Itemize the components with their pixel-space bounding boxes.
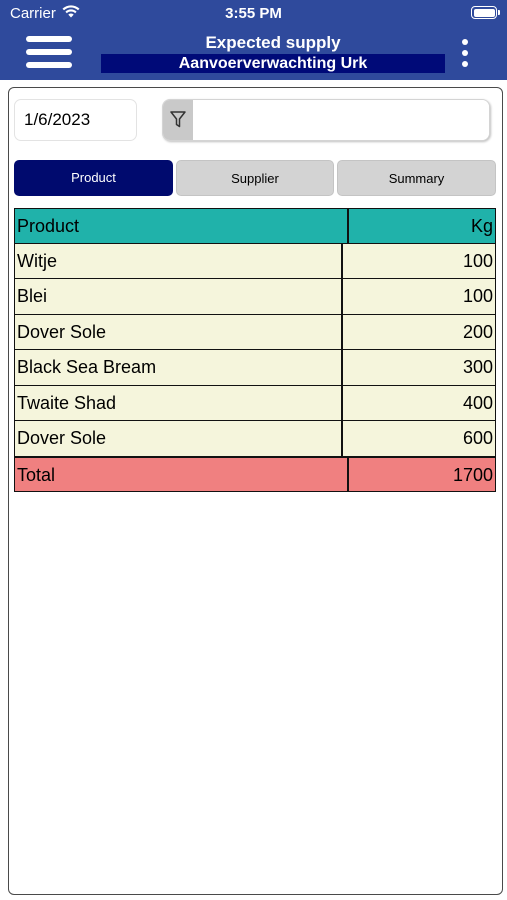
tab-bar: Product Supplier Summary [14,160,496,196]
hamburger-menu-icon[interactable] [26,36,72,70]
kg-cell: 100 [462,286,493,306]
page-title: Expected supply [205,33,341,52]
product-cell: Witje [15,243,343,278]
product-cell: Blei [15,279,343,314]
product-cell: Dover Sole [15,314,343,349]
table-row[interactable]: Dover Sole 600 [14,421,496,457]
kg-cell: 200 [462,321,493,342]
column-header-product[interactable]: Product [15,209,349,243]
table-row[interactable]: Black Sea Bream 300 [14,350,496,386]
column-header-kg[interactable]: Kg [349,209,495,243]
tab-product[interactable]: Product [14,160,173,196]
more-vertical-icon[interactable] [458,38,472,68]
date-field[interactable]: 1/6/2023 [14,99,137,141]
product-table: Product Kg Witje 100 Blei 100 Dover Sole… [14,208,496,492]
funnel-icon[interactable] [163,100,193,140]
battery-icon [471,6,500,19]
kg-cell: 600 [462,428,493,448]
tab-summary[interactable]: Summary [337,160,496,196]
page-subtitle: Aanvoerverwachting Urk [101,54,445,73]
app-header: Carrier 3:55 PM Expected supply Aanvoerv… [0,0,507,80]
product-cell: Twaite Shad [15,385,343,420]
kg-cell: 100 [462,250,493,271]
filter-box [162,99,490,141]
table-row[interactable]: Dover Sole 200 [14,314,496,350]
kg-cell: 400 [462,392,493,413]
tab-supplier[interactable]: Supplier [176,160,334,196]
table-header-row: Product Kg [14,208,496,244]
total-label: Total [15,457,349,491]
status-bar: Carrier 3:55 PM [0,0,507,28]
product-cell: Dover Sole [15,421,343,456]
table-row[interactable]: Twaite Shad 400 [14,385,496,421]
product-cell: Black Sea Bream [15,350,343,385]
kg-cell: 300 [462,357,493,377]
total-kg: 1700 [452,464,493,485]
table-total-row: Total 1700 [14,456,496,492]
table-row[interactable]: Blei 100 [14,279,496,315]
status-time: 3:55 PM [225,5,282,22]
filter-input[interactable] [193,100,489,140]
table-row[interactable]: Witje 100 [14,243,496,279]
